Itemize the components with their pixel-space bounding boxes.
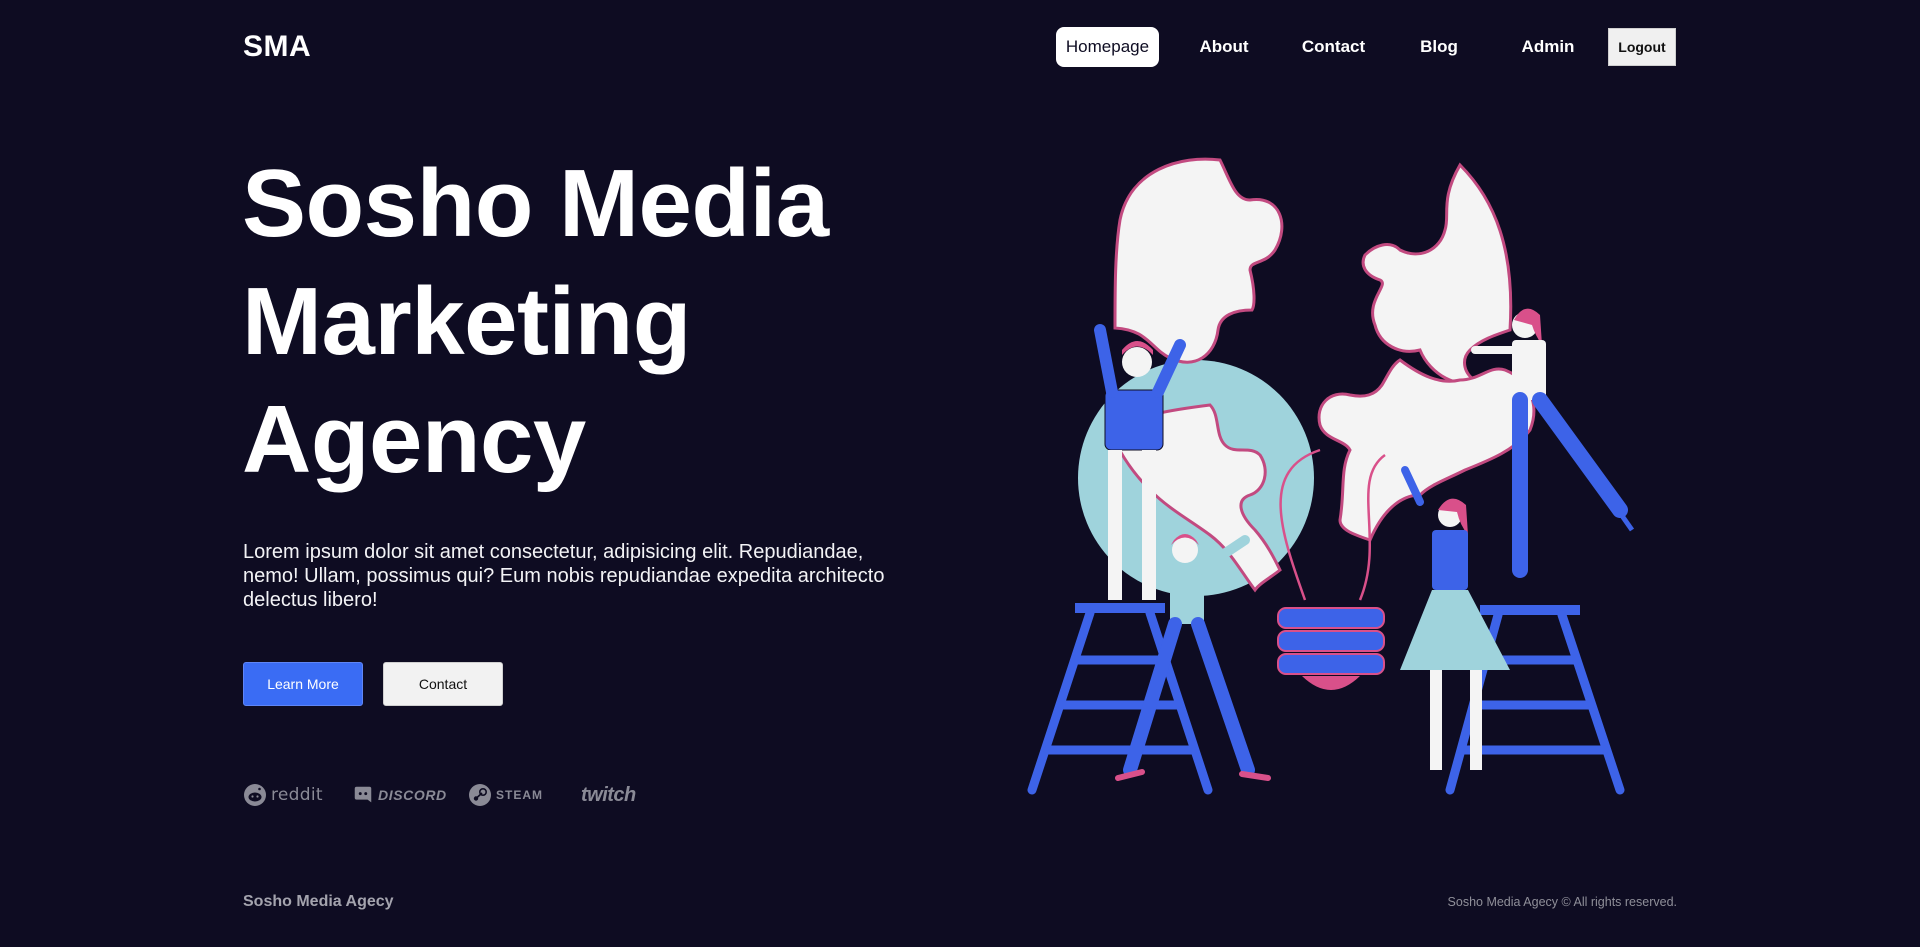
database-stack-icon <box>1277 607 1385 690</box>
steam-icon <box>469 784 491 806</box>
brand-discord: DISCORD <box>352 780 447 810</box>
nav-contact[interactable]: Contact <box>1291 27 1376 67</box>
hero-title-line-2: Marketing <box>242 268 691 375</box>
brand-steam: STEAM <box>468 780 543 810</box>
brand-reddit-label: reddit <box>271 785 323 805</box>
brand-twitch: twitch <box>581 780 636 810</box>
left-ladder <box>1027 603 1213 795</box>
footer-site-name: Sosho Media Agecy <box>243 893 394 910</box>
brand-steam-label: STEAM <box>496 788 543 802</box>
nav-blog[interactable]: Blog <box>1404 27 1474 67</box>
hero-title: Sosho Media Marketing Agency <box>242 145 942 499</box>
hero-title-line-1: Sosho Media <box>242 150 829 257</box>
brand-discord-label: DISCORD <box>378 787 447 803</box>
puzzle-piece-top-left <box>1113 157 1284 364</box>
nav-admin[interactable]: Admin <box>1508 27 1588 67</box>
nav-homepage[interactable]: Homepage <box>1056 27 1159 67</box>
discord-icon <box>354 786 372 803</box>
team-puzzle-illustration <box>1027 157 1635 795</box>
site-logo[interactable]: SMA <box>243 30 311 64</box>
learn-more-button[interactable]: Learn More <box>243 662 363 706</box>
reddit-icon <box>244 784 266 806</box>
twitch-icon: twitch <box>581 783 636 806</box>
page: SMA Homepage About Contact Blog Admin Lo… <box>0 0 1920 947</box>
logout-button[interactable]: Logout <box>1608 28 1676 66</box>
hero-description: Lorem ipsum dolor sit amet consectetur, … <box>243 541 885 611</box>
footer-copyright: Sosho Media Agecy © All rights reserved. <box>1447 895 1677 909</box>
contact-button[interactable]: Contact <box>383 662 503 706</box>
brand-reddit: reddit <box>243 780 323 810</box>
puzzle-piece-middle-right <box>1317 358 1536 542</box>
nav-about[interactable]: About <box>1184 27 1264 67</box>
hero-title-line-3: Agency <box>242 386 586 493</box>
